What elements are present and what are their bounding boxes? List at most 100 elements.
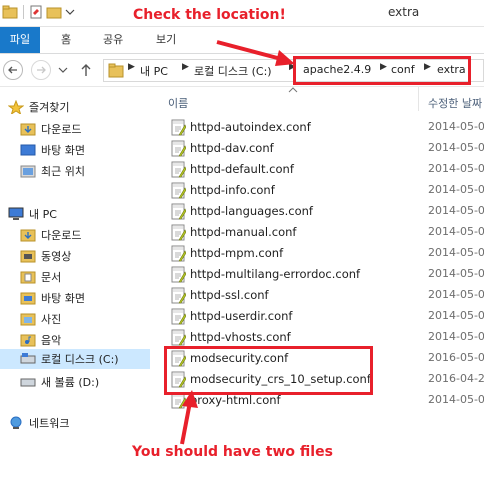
file-modified-date: 2016-04-2 <box>428 372 484 385</box>
documents-folder-icon <box>20 271 36 284</box>
tab-file[interactable]: 파일 <box>0 27 40 53</box>
pictures-folder-icon <box>20 313 36 326</box>
star-icon <box>8 100 24 114</box>
desktop-folder-icon <box>20 292 36 305</box>
drive-icon <box>20 378 36 387</box>
breadcrumb-separator-icon[interactable]: ▶ <box>128 62 135 72</box>
nav-favorites[interactable]: 즐겨찾기 <box>8 97 69 117</box>
file-row[interactable]: httpd-manual.conf 2014-05-0 <box>168 222 484 243</box>
config-file-icon <box>171 140 186 157</box>
tab-share[interactable]: 공유 <box>103 27 123 53</box>
nav-item-label: 바탕 화면 <box>41 144 85 157</box>
window-title: extra <box>388 5 420 19</box>
file-modified-date: 2014-05-0 <box>428 246 484 259</box>
file-row[interactable]: httpd-userdir.conf 2014-05-0 <box>168 306 484 327</box>
nav-pc-pictures[interactable]: 사진 <box>20 309 61 329</box>
file-row[interactable]: httpd-multilang-errordoc.conf 2014-05-0 <box>168 264 484 285</box>
config-file-icon <box>171 224 186 241</box>
tab-view[interactable]: 보기 <box>156 27 176 53</box>
file-name: httpd-ssl.conf <box>190 288 269 302</box>
arrow-right-icon <box>37 66 46 74</box>
quick-access-toolbar <box>2 5 75 19</box>
nav-item-label: 새 볼륨 (D:) <box>41 376 100 389</box>
file-modified-date: 2014-05-0 <box>428 183 484 196</box>
config-file-icon <box>171 266 186 283</box>
config-file-icon <box>171 287 186 304</box>
file-name: httpd-manual.conf <box>190 225 297 239</box>
config-file-icon <box>171 119 186 136</box>
computer-icon <box>8 207 24 220</box>
desktop-icon <box>20 144 36 156</box>
annotation-path-highlight <box>293 56 471 85</box>
recent-places-icon <box>20 165 36 178</box>
config-file-icon <box>171 203 186 220</box>
title-bar: extra Check the location! <box>0 0 484 27</box>
annotation-check-location: Check the location! <box>133 7 286 23</box>
nav-pc-volume-d[interactable]: 새 볼륨 (D:) <box>20 372 99 392</box>
downloads-folder-icon <box>20 123 36 136</box>
network-icon <box>10 416 22 429</box>
breadcrumb-separator-icon[interactable]: ▶ <box>182 62 189 72</box>
recent-locations-chevron-icon[interactable] <box>58 66 68 74</box>
file-modified-date: 2014-05-0 <box>428 141 484 154</box>
file-row[interactable]: httpd-autoindex.conf 2014-05-0 <box>168 117 484 138</box>
config-file-icon <box>171 245 186 262</box>
videos-folder-icon <box>20 250 36 263</box>
annotation-arrow-icon <box>180 390 198 445</box>
annotation-two-files: You should have two files <box>132 444 333 460</box>
file-row[interactable]: httpd-languages.conf 2014-05-0 <box>168 201 484 222</box>
file-list: 이름 수정한 날짜 httpd-autoindex.conf 2014-05-0 h… <box>150 87 484 484</box>
properties-icon[interactable] <box>29 5 43 19</box>
new-folder-icon[interactable] <box>46 5 62 19</box>
file-name: httpd-autoindex.conf <box>190 120 311 134</box>
nav-item-label: 바탕 화면 <box>41 292 85 305</box>
nav-pc-downloads[interactable]: 다운로드 <box>20 225 81 245</box>
up-arrow-icon[interactable] <box>79 63 93 77</box>
nav-network-label: 네트워크 <box>29 417 70 430</box>
nav-favorites-downloads[interactable]: 다운로드 <box>20 119 81 139</box>
nav-item-label: 음악 <box>41 334 62 347</box>
file-modified-date: 2014-05-0 <box>428 162 484 175</box>
nav-pc-local-disk-c[interactable]: 로컬 디스크 (C:) <box>0 349 150 369</box>
file-row[interactable]: httpd-dav.conf 2014-05-0 <box>168 138 484 159</box>
file-name: httpd-dav.conf <box>190 141 274 155</box>
config-file-icon <box>171 329 186 346</box>
file-row[interactable]: httpd-info.conf 2014-05-0 <box>168 180 484 201</box>
drive-icon <box>20 353 36 364</box>
nav-item-label: 로컬 디스크 (C:) <box>41 353 119 366</box>
forward-button[interactable] <box>31 60 51 80</box>
column-header-modified[interactable]: 수정한 날짜 <box>428 95 482 111</box>
nav-favorites-desktop[interactable]: 바탕 화면 <box>20 140 85 160</box>
file-row[interactable]: httpd-mpm.conf 2014-05-0 <box>168 243 484 264</box>
nav-pc-desktop[interactable]: 바탕 화면 <box>20 288 85 308</box>
column-divider[interactable] <box>418 87 419 111</box>
sort-ascending-icon <box>288 87 298 93</box>
chevron-down-icon[interactable] <box>65 5 75 19</box>
nav-pc-music[interactable]: 음악 <box>20 330 61 350</box>
breadcrumb-this-pc[interactable]: 내 PC <box>140 63 168 79</box>
column-header-name[interactable]: 이름 <box>168 95 188 111</box>
toolbar-separator <box>23 5 24 19</box>
nav-favorites-recent[interactable]: 최근 위치 <box>20 161 85 181</box>
folder-icon <box>2 5 18 19</box>
arrow-left-icon <box>8 66 17 74</box>
file-modified-date: 2014-05-0 <box>428 267 484 280</box>
nav-pc-videos[interactable]: 동영상 <box>20 246 71 266</box>
file-name: httpd-default.conf <box>190 162 294 176</box>
nav-favorites-label: 즐겨찾기 <box>29 101 70 114</box>
nav-this-pc[interactable]: 내 PC <box>8 204 57 224</box>
file-name: httpd-languages.conf <box>190 204 313 218</box>
file-name: httpd-userdir.conf <box>190 309 293 323</box>
file-row[interactable]: httpd-ssl.conf 2014-05-0 <box>168 285 484 306</box>
nav-network[interactable]: 네트워크 <box>8 413 69 433</box>
tab-home[interactable]: 홈 <box>61 27 71 53</box>
file-row[interactable]: httpd-vhosts.conf 2014-05-0 <box>168 327 484 348</box>
annotation-arrow-icon <box>216 40 295 66</box>
navigation-pane: 즐겨찾기 다운로드 바탕 화면 최근 위치 내 PC 다운로드 동영상 문서 바… <box>0 87 150 484</box>
file-row[interactable]: httpd-default.conf 2014-05-0 <box>168 159 484 180</box>
file-modified-date: 2016-05-0 <box>428 351 484 364</box>
file-name: proxy-html.conf <box>190 393 281 407</box>
file-modified-date: 2014-05-0 <box>428 330 484 343</box>
back-button[interactable] <box>3 60 23 80</box>
nav-pc-documents[interactable]: 문서 <box>20 267 61 287</box>
